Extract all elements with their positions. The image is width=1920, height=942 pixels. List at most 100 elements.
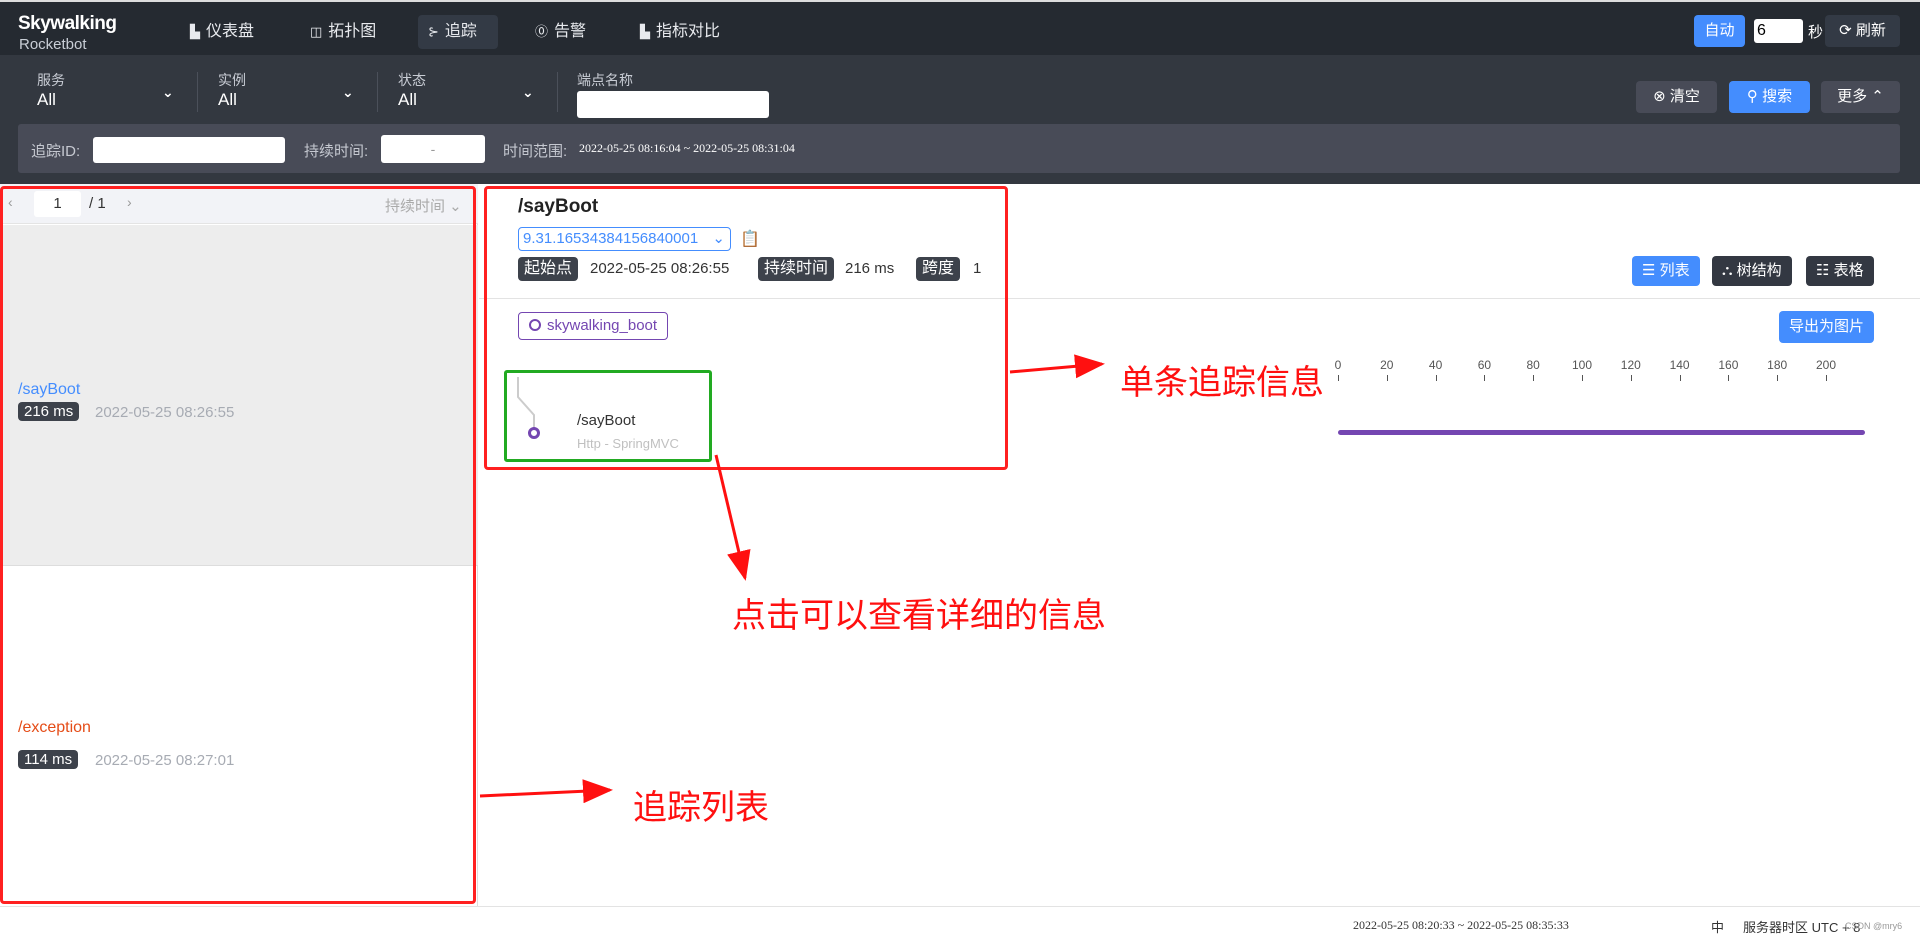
nav-label: 告警 (554, 23, 587, 40)
status-value: All (398, 90, 417, 109)
annotation-click-detail: 点击可以查看详细的信息 (732, 596, 1106, 636)
axis-tick-mark (1338, 375, 1339, 381)
view-tree-button[interactable]: ⛬ 树结构 (1712, 256, 1792, 286)
view-list-button[interactable]: ☰ 列表 (1632, 256, 1700, 286)
clear-icon: ⊗ (1653, 88, 1670, 105)
axis-tick-label: 0 (1334, 358, 1342, 372)
search-label: 搜索 (1762, 88, 1793, 105)
divider (557, 72, 558, 112)
more-label: 更多 (1837, 88, 1868, 105)
axis-tick-mark (1777, 375, 1779, 381)
list-icon: ☰ (1642, 262, 1660, 279)
axis-tick-mark (1484, 375, 1486, 381)
endpoint-input[interactable] (577, 91, 769, 118)
view-label: 表格 (1833, 262, 1864, 279)
advanced-filters: 追踪ID: 持续时间: - 时间范围: 2022-05-25 08:16:04 … (18, 124, 1900, 173)
nav-label: 指标对比 (656, 23, 721, 40)
export-image-button[interactable]: 导出为图片 (1779, 311, 1875, 343)
clear-button[interactable]: ⊗ 清空 (1636, 81, 1717, 113)
chevron-down-icon: ⌄ (162, 84, 174, 100)
axis-tick-mark (1728, 375, 1730, 381)
refresh-button[interactable]: ⟳ 刷新 (1825, 15, 1900, 47)
annotation-box-list (0, 186, 476, 904)
nav-dashboard[interactable]: ▙ 仪表盘 (180, 15, 264, 49)
auto-refresh-button[interactable]: 自动 (1694, 15, 1745, 47)
instance-label: 实例 (218, 72, 246, 88)
tree-icon: ⛬ (1722, 262, 1737, 279)
axis-tick-label: 40 (1428, 358, 1443, 372)
divider (377, 72, 378, 112)
duration-input[interactable]: - (381, 135, 485, 163)
instance-select[interactable]: 实例 All ⌄ (218, 70, 358, 110)
annotation-box-span (504, 370, 712, 462)
interval-input[interactable] (1754, 19, 1803, 43)
trace-id-input[interactable] (93, 137, 285, 163)
topology-icon: ◫ (310, 24, 323, 39)
view-label: 树结构 (1736, 262, 1782, 279)
nav-label: 追踪 (444, 23, 477, 40)
table-icon: ☷ (1816, 262, 1834, 279)
alarm-icon: ⓪ (535, 24, 549, 39)
axis-tick-mark (1679, 375, 1681, 381)
nav-topology[interactable]: ◫ 拓扑图 (300, 15, 386, 49)
instance-value: All (218, 90, 237, 109)
refresh-icon: ⟳ (1839, 22, 1856, 39)
endpoint-label: 端点名称 (577, 72, 633, 88)
seconds-label: 秒 (1808, 24, 1824, 41)
chevron-down-icon: ⌄ (522, 84, 534, 100)
axis-tick-mark (1533, 375, 1535, 381)
axis-tick-label: 180 (1767, 358, 1788, 372)
clear-label: 清空 (1669, 88, 1700, 105)
axis-tick-label: 100 (1571, 358, 1593, 372)
status-select[interactable]: 状态 All ⌄ (398, 70, 538, 110)
annotation-single-trace: 单条追踪信息 (1120, 363, 1324, 403)
logo: Skywalking (18, 13, 117, 34)
annotation-trace-list: 追踪列表 (633, 788, 769, 828)
watermark: CSDN @mry6 (1845, 921, 1903, 931)
axis-tick-label: 80 (1526, 358, 1540, 372)
time-range-label: 时间范围: (503, 143, 568, 160)
search-button[interactable]: ⚲ 搜索 (1729, 81, 1810, 113)
axis-tick-label: 160 (1718, 358, 1739, 372)
language-toggle[interactable]: 中 (1711, 917, 1724, 936)
service-select[interactable]: 服务 All ⌄ (37, 70, 177, 110)
chevron-down-icon: ⌄ (342, 84, 354, 100)
axis-tick-mark (1386, 375, 1388, 381)
view-label: 列表 (1659, 262, 1690, 279)
span-bar[interactable] (1338, 430, 1866, 435)
refresh-label: 刷新 (1855, 22, 1886, 39)
logo-subtitle: Rocketbot (19, 36, 87, 53)
duration-label: 持续时间: (304, 143, 369, 160)
nav-trace[interactable]: ⊱ 追踪 (418, 15, 498, 49)
nav-metrics-compare[interactable]: ▙ 指标对比 (630, 15, 730, 49)
axis-tick-label: 140 (1669, 358, 1690, 372)
view-table-button[interactable]: ☷ 表格 (1806, 256, 1874, 286)
axis-tick-label: 20 (1380, 358, 1394, 372)
axis-tick-label: 60 (1477, 358, 1492, 372)
time-range-value: 2022-05-25 08:16:04 ~ 2022-05-25 08:31:0… (579, 141, 795, 155)
server-timezone: 服务器时区 UTC + 8 (1743, 920, 1861, 935)
axis-tick-mark (1582, 375, 1583, 381)
trace-id-label: 追踪ID: (31, 143, 81, 160)
divider (197, 72, 198, 112)
service-value: All (37, 90, 56, 109)
status-label: 状态 (398, 72, 426, 88)
nav-label: 拓扑图 (328, 23, 377, 40)
axis-tick-label: 120 (1620, 358, 1641, 372)
axis-tick-mark (1435, 375, 1437, 381)
more-button[interactable]: 更多 ⌃ (1821, 81, 1900, 113)
nav-alarm[interactable]: ⓪ 告警 (525, 15, 596, 49)
chevron-up-icon: ⌃ (1867, 88, 1884, 105)
bar-chart-icon: ▙ (190, 24, 200, 39)
footer-time-range[interactable]: 2022-05-25 08:20:33 ~ 2022-05-25 08:35:3… (1353, 918, 1569, 933)
axis-tick-label: 200 (1815, 358, 1837, 372)
trace-icon: ⊱ (428, 24, 439, 39)
nav-label: 仪表盘 (206, 23, 255, 40)
service-label: 服务 (37, 72, 65, 88)
bar-chart-icon: ▙ (640, 24, 650, 39)
top-header: Skywalking Rocketbot ▙ 仪表盘 ◫ 拓扑图 ⊱ 追踪 ⓪ 告警 ▙… (0, 0, 1920, 55)
axis-tick-mark (1826, 375, 1827, 381)
axis-tick-mark (1630, 375, 1632, 381)
footer: 2022-05-25 08:20:33 ~ 2022-05-25 08:35:3… (0, 906, 1920, 942)
search-icon: ⚲ (1746, 88, 1763, 105)
